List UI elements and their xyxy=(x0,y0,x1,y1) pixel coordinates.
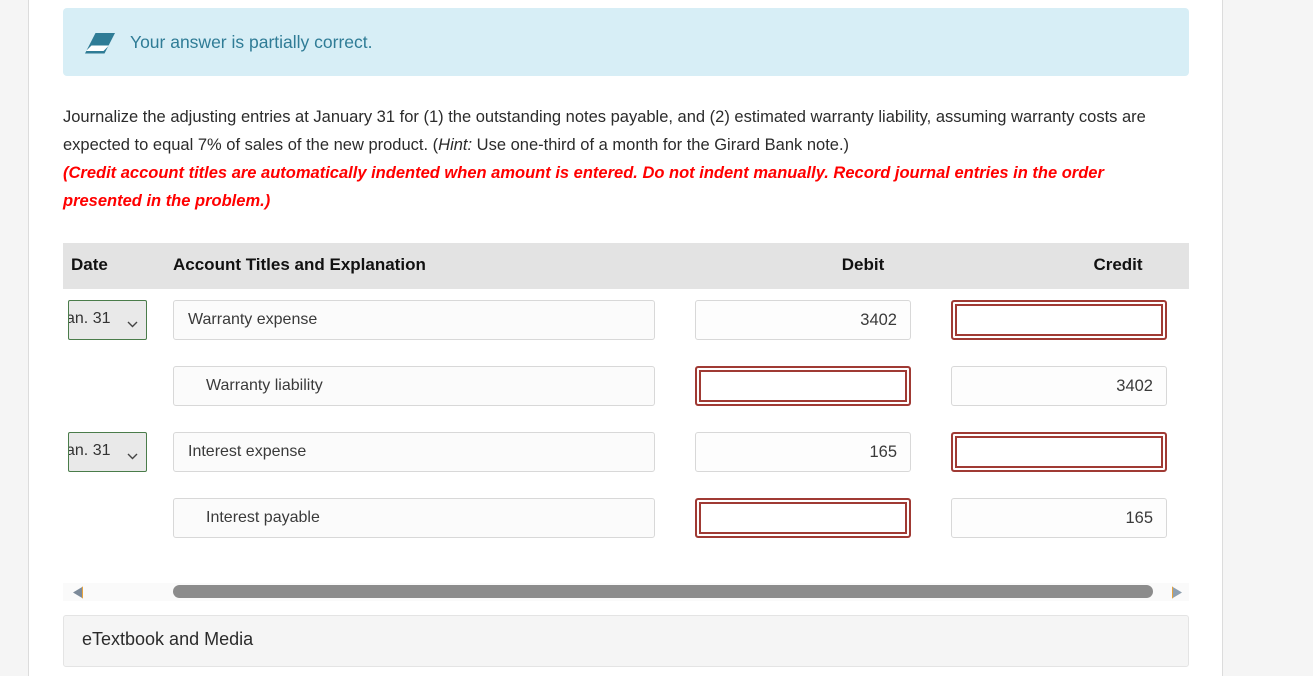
account-title-input-row-3[interactable]: Interest expense xyxy=(173,432,655,472)
feedback-message: Your answer is partially correct. xyxy=(130,32,373,52)
column-header-date: Date xyxy=(71,255,108,274)
chevron-left-icon[interactable] xyxy=(72,586,84,599)
chevron-down-icon xyxy=(127,447,138,460)
chevron-down-icon xyxy=(127,315,138,328)
table-row: Jan. 31 Warranty expense 3402 xyxy=(63,289,1189,355)
column-header-account-titles: Account Titles and Explanation xyxy=(173,255,426,274)
debit-amount-input-row-3[interactable]: 165 xyxy=(695,432,911,472)
journal-entry-table: Date Account Titles and Explanation Debi… xyxy=(63,243,1189,553)
account-title-input-row-2[interactable]: Warranty liability xyxy=(173,366,655,406)
account-title-input-row-1[interactable]: Warranty expense xyxy=(173,300,655,340)
chevron-right-icon[interactable] xyxy=(1171,586,1183,599)
credit-amount-input-row-4[interactable]: 165 xyxy=(951,498,1167,538)
etextbook-and-media-panel[interactable]: eTextbook and Media xyxy=(63,615,1189,667)
date-select-value-row-1: Jan. 31 xyxy=(69,310,111,327)
hint-label: Hint: xyxy=(438,135,473,154)
table-row: Warranty liability 3402 xyxy=(63,355,1189,421)
partially-correct-banner: Your answer is partially correct. xyxy=(63,8,1189,76)
credit-amount-input-row-2[interactable]: 3402 xyxy=(951,366,1167,406)
debit-amount-input-row-2[interactable] xyxy=(695,366,911,406)
debit-amount-input-row-1[interactable]: 3402 xyxy=(695,300,911,340)
table-row: Jan. 31 Interest expense 165 xyxy=(63,421,1189,487)
assignment-page-frame: Your answer is partially correct. Journa… xyxy=(28,0,1223,676)
table-row: Interest payable 165 xyxy=(63,487,1189,553)
assignment-content: Your answer is partially correct. Journa… xyxy=(63,0,1189,676)
credit-indent-note: (Credit account titles are automatically… xyxy=(63,164,1104,210)
account-title-input-row-4[interactable]: Interest payable xyxy=(173,498,655,538)
instructions-sentence-part2: Use one-third of a month for the Girard … xyxy=(472,135,850,154)
scrollbar-thumb[interactable] xyxy=(173,585,1153,598)
date-select-value-row-3: Jan. 31 xyxy=(69,442,111,459)
journal-table-header: Date Account Titles and Explanation Debi… xyxy=(63,243,1189,289)
eraser-icon xyxy=(83,32,117,56)
date-select-row-1[interactable]: Jan. 31 xyxy=(68,300,147,340)
column-header-credit: Credit xyxy=(1093,255,1143,274)
etextbook-and-media-label: eTextbook and Media xyxy=(82,629,254,649)
credit-amount-input-row-3[interactable] xyxy=(951,432,1167,472)
date-select-row-3[interactable]: Jan. 31 xyxy=(68,432,147,472)
column-header-debit: Debit xyxy=(841,255,885,274)
horizontal-scrollbar[interactable] xyxy=(63,583,1189,601)
question-instructions: Journalize the adjusting entries at Janu… xyxy=(63,104,1187,215)
debit-amount-input-row-4[interactable] xyxy=(695,498,911,538)
credit-amount-input-row-1[interactable] xyxy=(951,300,1167,340)
